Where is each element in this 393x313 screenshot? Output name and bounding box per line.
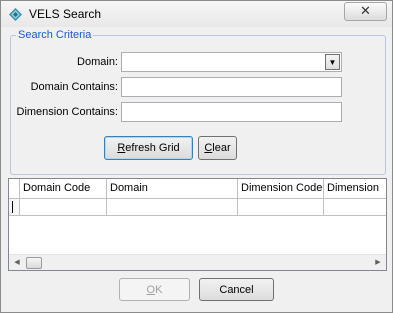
clear-mnemonic: C xyxy=(204,142,213,154)
window-title: VELS Search xyxy=(29,7,102,21)
ok-label: K xyxy=(155,283,163,296)
refresh-label: efresh Grid xyxy=(125,142,180,154)
app-diamond-icon xyxy=(9,8,22,21)
title-bar[interactable]: VELS Search ✕ xyxy=(1,1,392,27)
column-header[interactable]: Dimension Code xyxy=(238,179,324,198)
dimension-contains-input[interactable] xyxy=(121,102,342,122)
chevron-down-icon[interactable]: ▼ xyxy=(325,54,340,70)
search-criteria-group: Search Criteria Domain: ▼ Domain Contain… xyxy=(10,29,386,175)
scrollbar-thumb[interactable] xyxy=(26,257,42,269)
row-selector[interactable] xyxy=(9,199,20,215)
dimension-contains-label: Dimension Contains: xyxy=(16,106,119,118)
table-row[interactable] xyxy=(9,199,386,216)
horizontal-scrollbar[interactable]: ◀ ▶ xyxy=(9,254,386,270)
column-header[interactable]: Dimension xyxy=(324,179,386,198)
refresh-grid-button[interactable]: Refresh Grid xyxy=(104,136,193,160)
domain-contains-label: Domain Contains: xyxy=(30,81,118,93)
scrollbar-track[interactable] xyxy=(43,255,368,271)
grid-cell[interactable] xyxy=(238,199,324,215)
clear-label: lear xyxy=(212,142,231,154)
dialog-window: VELS Search ✕ Search Criteria Domain: ▼ … xyxy=(0,0,393,313)
column-header[interactable]: Domain xyxy=(107,179,238,198)
clear-button[interactable]: Clear xyxy=(198,136,237,160)
results-grid[interactable]: Domain Code Domain Dimension Code Dimens… xyxy=(8,178,387,271)
grid-cell[interactable] xyxy=(107,199,238,215)
ok-mnemonic: O xyxy=(146,283,156,296)
grid-header: Domain Code Domain Dimension Code Dimens… xyxy=(9,179,386,199)
grid-cell[interactable] xyxy=(20,199,107,215)
refresh-mnemonic: R xyxy=(117,142,126,154)
close-icon: ✕ xyxy=(360,3,371,18)
column-header[interactable]: Domain Code xyxy=(20,179,107,198)
row-cursor-icon xyxy=(12,201,13,213)
cancel-button[interactable]: Cancel xyxy=(199,278,274,301)
search-criteria-legend: Search Criteria xyxy=(16,29,94,41)
scroll-right-icon[interactable]: ▶ xyxy=(370,255,386,271)
scroll-left-icon[interactable]: ◀ xyxy=(9,255,25,271)
close-button[interactable]: ✕ xyxy=(344,2,387,21)
ok-button[interactable]: OK xyxy=(119,278,190,301)
domain-contains-input[interactable] xyxy=(121,77,342,97)
row-header-corner xyxy=(9,179,20,198)
domain-label: Domain: xyxy=(77,56,118,68)
grid-cell[interactable] xyxy=(324,199,386,215)
cancel-label: Cancel xyxy=(219,283,254,296)
domain-combobox[interactable]: ▼ xyxy=(121,52,342,72)
